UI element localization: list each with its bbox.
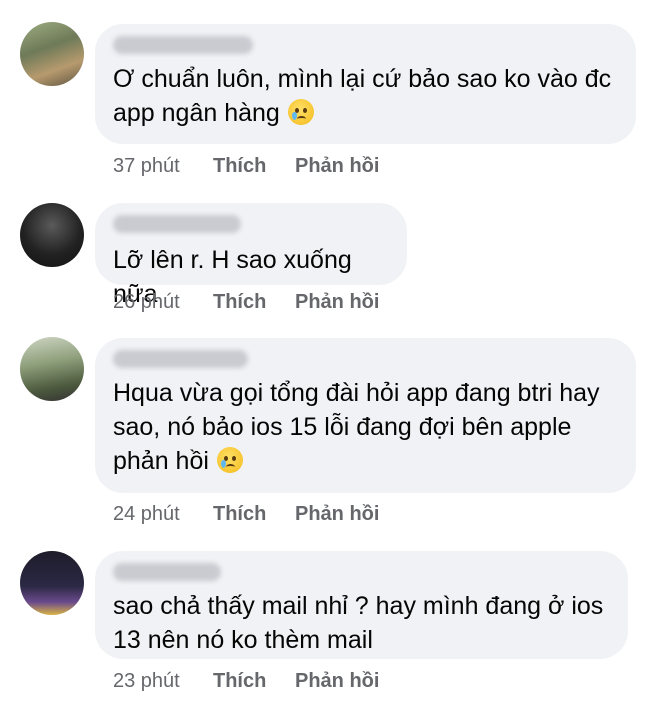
comment-bubble: Hqua vừa gọi tổng đài hỏi app đang btri … <box>95 338 636 493</box>
comment-actions: 23 phút Thích Phản hồi <box>113 670 379 693</box>
crying-face-emoji-icon <box>287 99 314 125</box>
reply-button[interactable]: Phản hồi <box>295 503 379 526</box>
crying-face-emoji-icon <box>216 447 243 473</box>
avatar[interactable] <box>20 22 84 86</box>
like-button[interactable]: Thích <box>213 503 295 526</box>
comment-bubble: Ơ chuẩn luôn, mình lại cứ bảo sao ko vào… <box>95 24 636 144</box>
author-name-blurred[interactable] <box>113 215 241 233</box>
avatar[interactable] <box>20 203 84 267</box>
comment-time: 26 phút <box>113 291 180 313</box>
like-button[interactable]: Thích <box>213 291 295 314</box>
author-name-blurred[interactable] <box>113 36 253 54</box>
reply-button[interactable]: Phản hồi <box>295 291 379 314</box>
comment-bubble: Lỡ lên r. H sao xuống nữa <box>95 203 407 308</box>
avatar[interactable] <box>20 551 84 615</box>
comment-actions: 37 phút Thích Phản hồi <box>113 155 379 178</box>
comment-text: sao chả thấy mail nhỉ ? hay mình đang ở … <box>113 589 610 657</box>
comment-time: 23 phút <box>113 670 180 692</box>
comment-line: Hqua vừa gọi tổng đài hỏi app đang btri … <box>113 379 600 407</box>
comment-line: 13 nên nó ko thèm mail <box>113 626 373 654</box>
avatar[interactable] <box>20 337 84 401</box>
reply-button[interactable]: Phản hồi <box>295 155 379 178</box>
comment-actions: 24 phút Thích Phản hồi <box>113 503 379 526</box>
reply-button[interactable]: Phản hồi <box>295 670 379 693</box>
author-name-blurred[interactable] <box>113 563 221 581</box>
comment-line: sao, nó bảo ios 15 lỗi đang đợi bên appl… <box>113 413 572 441</box>
comment-line: phản hồi <box>113 444 618 478</box>
author-name-blurred[interactable] <box>113 350 248 368</box>
comment-text: Ơ chuẩn luôn, mình lại cứ bảo sao ko vào… <box>113 62 618 130</box>
comment-line: sao chả thấy mail nhỉ ? hay mình đang ở … <box>113 592 604 620</box>
like-button[interactable]: Thích <box>213 670 295 693</box>
comment-line: app ngân hàng <box>113 96 618 130</box>
like-button[interactable]: Thích <box>213 155 295 178</box>
comment-actions: 26 phút Thích Phản hồi <box>113 291 379 314</box>
comment-text: Hqua vừa gọi tổng đài hỏi app đang btri … <box>113 376 618 478</box>
comment-time: 37 phút <box>113 155 180 177</box>
comment-bubble: sao chả thấy mail nhỉ ? hay mình đang ở … <box>95 551 628 659</box>
comment-line: Ơ chuẩn luôn, mình lại cứ bảo sao ko vào… <box>113 65 612 93</box>
comment-time: 24 phút <box>113 503 180 525</box>
